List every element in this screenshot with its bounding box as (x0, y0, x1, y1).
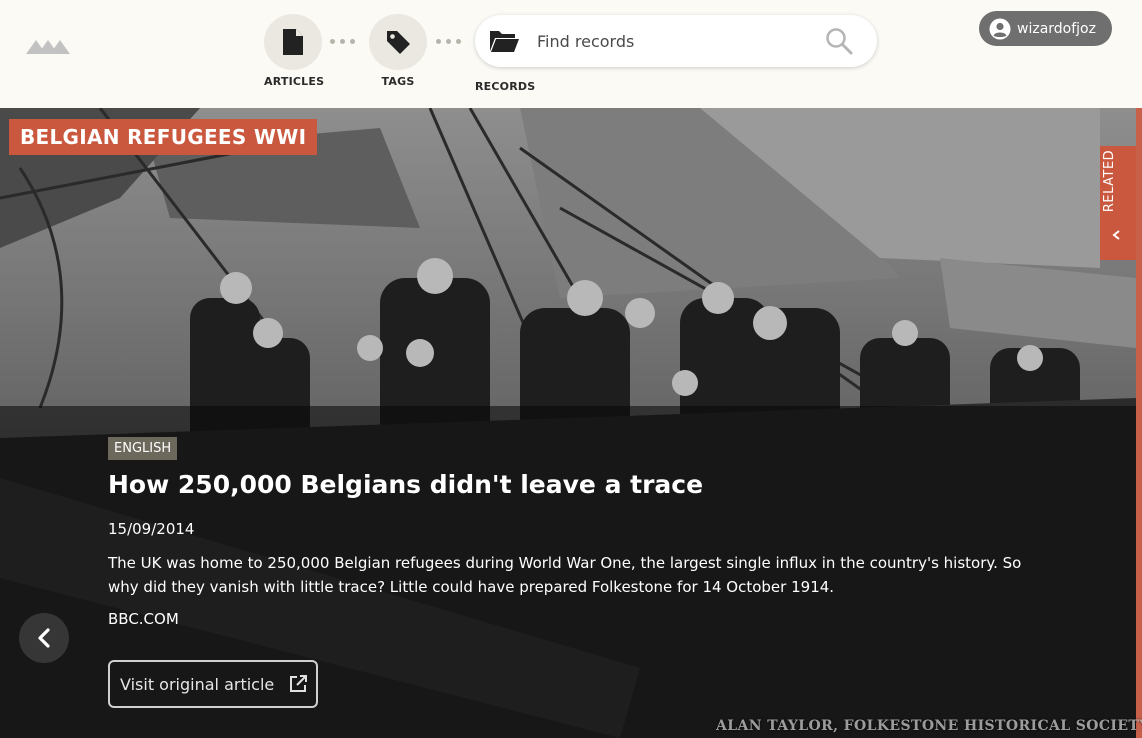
nav-articles[interactable]: ARTICLES (264, 14, 325, 88)
top-header: ARTICLES TAGS RECORDS (0, 0, 1142, 108)
article-source: BBC.COM (108, 610, 179, 628)
visit-original-article-button[interactable]: Visit original article (108, 660, 318, 708)
chevron-left-icon (1112, 230, 1120, 240)
article-description: The UK was home to 250,000 Belgian refug… (108, 554, 1022, 596)
nav-connector-dots (330, 39, 355, 44)
tag-icon (387, 31, 410, 54)
nav-tags-label: TAGS (381, 75, 415, 88)
related-label: RELATED (1102, 149, 1117, 213)
language-badge: ENGLISH (108, 437, 178, 460)
nav-tags-circle[interactable] (369, 14, 427, 70)
nav-records-label[interactable]: RECORDS (475, 80, 535, 93)
previous-button[interactable] (19, 613, 69, 663)
search-input[interactable] (537, 29, 817, 53)
username: wizardofjoz (1017, 20, 1096, 37)
nav-articles-label: ARTICLES (264, 75, 325, 88)
related-tab[interactable]: RELATED (1100, 146, 1136, 260)
records-search (475, 15, 877, 67)
nav-tags[interactable]: TAGS (369, 14, 427, 88)
logo-icon[interactable] (26, 34, 70, 56)
visit-button-label: Visit original article (120, 674, 275, 694)
chevron-left-icon (38, 628, 50, 648)
article-date: 15/09/2014 (108, 520, 195, 538)
external-link-icon (290, 675, 308, 692)
collection-title: BELGIAN REFUGEES WWI (9, 119, 318, 155)
image-credit: ALAN TAYLOR, FOLKESTONE HISTORICAL SOCIE… (716, 718, 1142, 734)
search-icon[interactable] (825, 27, 853, 55)
right-edge-strip (1136, 108, 1142, 738)
folder-open-icon[interactable] (489, 29, 519, 53)
nav-articles-circle[interactable] (264, 14, 322, 70)
document-icon (283, 29, 303, 55)
nav-connector-dots (436, 39, 461, 44)
article-title: How 250,000 Belgians didn't leave a trac… (108, 470, 704, 499)
user-avatar-icon (989, 18, 1011, 40)
user-menu-button[interactable]: wizardofjoz (979, 11, 1112, 46)
